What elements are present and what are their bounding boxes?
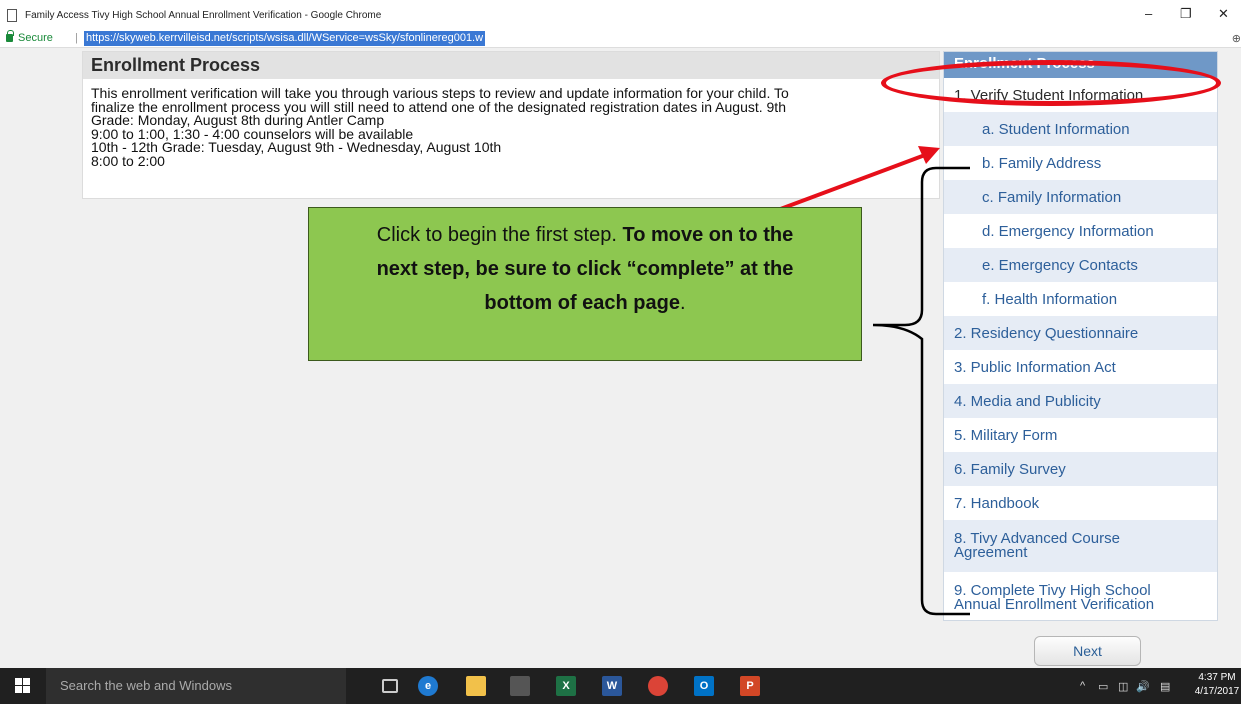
document-icon bbox=[7, 9, 17, 22]
windows-start-icon[interactable] bbox=[15, 678, 31, 694]
sidebar-item-label: 8. Tivy Advanced Course Agreement bbox=[954, 530, 1120, 561]
sidebar-item-family-survey[interactable]: 6. Family Survey bbox=[944, 452, 1217, 486]
minimize-button[interactable]: – bbox=[1145, 6, 1152, 21]
callout-period: . bbox=[680, 292, 686, 314]
sidebar-item-emergency-contacts[interactable]: e. Emergency Contacts bbox=[944, 248, 1217, 282]
address-bar[interactable]: Secure | https://skyweb.kerrvilleisd.net… bbox=[0, 30, 1241, 48]
sidebar-item-media-and-publicity[interactable]: 4. Media and Publicity bbox=[944, 384, 1217, 418]
callout-bold-text: next step, be sure to click “complete” a… bbox=[376, 258, 794, 280]
sidebar-item-family-information[interactable]: c. Family Information bbox=[944, 180, 1217, 214]
enrollment-line: 8:00 to 2:00 bbox=[91, 152, 165, 169]
powerpoint-icon[interactable]: P bbox=[740, 676, 760, 696]
clock-date: 4/17/2017 bbox=[1194, 686, 1240, 697]
excel-icon[interactable]: X bbox=[556, 676, 576, 696]
sidebar-item-residency-questionnaire[interactable]: 2. Residency Questionnaire bbox=[944, 316, 1217, 350]
task-view-icon[interactable] bbox=[382, 679, 398, 693]
tray-chevron-icon[interactable]: ^ bbox=[1080, 680, 1085, 692]
tray-battery-icon[interactable]: ◫ bbox=[1118, 680, 1128, 693]
address-bar-action-icon[interactable]: ⊕ bbox=[1232, 32, 1241, 45]
enrollment-line: 10th - 12th Grade: Tuesday, August 9th -… bbox=[91, 139, 502, 155]
restore-button[interactable]: ❐ bbox=[1180, 6, 1192, 22]
enrollment-panel: Enrollment Process This enrollment verif… bbox=[82, 51, 940, 199]
window-title: Family Access Tivy High School Annual En… bbox=[25, 10, 382, 21]
tray-notification-icon[interactable]: ▤ bbox=[1160, 680, 1170, 693]
sidebar-item-handbook[interactable]: 7. Handbook bbox=[944, 486, 1217, 520]
sidebar-item-public-information-act[interactable]: 3. Public Information Act bbox=[944, 350, 1217, 384]
next-button[interactable]: Next bbox=[1034, 636, 1141, 666]
callout-bold-text: bottom of each page bbox=[484, 292, 680, 314]
word-icon[interactable]: W bbox=[602, 676, 622, 696]
window-titlebar: Family Access Tivy High School Annual En… bbox=[0, 0, 1241, 30]
sidebar-item-military-form[interactable]: 5. Military Form bbox=[944, 418, 1217, 452]
secure-label: Secure bbox=[18, 32, 53, 44]
sidebar-item-student-information[interactable]: a. Student Information bbox=[944, 112, 1217, 146]
sidebar-item-emergency-information[interactable]: d. Emergency Information bbox=[944, 214, 1217, 248]
taskbar-clock[interactable]: 4:37 PM 4/17/2017 bbox=[1193, 671, 1241, 699]
sidebar-item-complete-verification[interactable]: 9. Complete Tivy High School Annual Enro… bbox=[944, 572, 1217, 624]
callout-text: Click to begin the first step. bbox=[376, 224, 617, 246]
address-separator: | bbox=[75, 32, 78, 44]
callout-bold-text: To move on to the bbox=[622, 224, 794, 246]
annotation-highlight-oval bbox=[881, 60, 1221, 106]
close-button[interactable]: ✕ bbox=[1218, 6, 1229, 22]
enrollment-description: This enrollment verification will take y… bbox=[83, 79, 939, 176]
clock-time: 4:37 PM bbox=[1198, 672, 1236, 683]
enrollment-steps-sidebar: Enrollment Process 1. Verify Student Inf… bbox=[943, 51, 1218, 621]
url-text[interactable]: https://skyweb.kerrvilleisd.net/scripts/… bbox=[84, 31, 486, 46]
lock-icon bbox=[6, 30, 14, 42]
instruction-callout: Click to begin the first step. To move o… bbox=[308, 207, 862, 361]
taskbar-search-input[interactable]: Search the web and Windows bbox=[46, 668, 346, 704]
file-explorer-icon[interactable] bbox=[466, 676, 486, 696]
outlook-icon[interactable]: O bbox=[694, 676, 714, 696]
sidebar-item-advanced-course-agreement[interactable]: 8. Tivy Advanced Course Agreement bbox=[944, 520, 1217, 572]
edge-browser-icon[interactable]: e bbox=[418, 676, 438, 696]
enrollment-title: Enrollment Process bbox=[83, 52, 939, 79]
taskbar: Search the web and Windows e X W O P ^ ▭… bbox=[0, 668, 1241, 704]
sidebar-item-health-information[interactable]: f. Health Information bbox=[944, 282, 1217, 316]
tray-network-icon[interactable]: ▭ bbox=[1098, 680, 1108, 693]
tray-volume-icon[interactable]: 🔊 bbox=[1136, 680, 1150, 693]
sidebar-item-label: 9. Complete Tivy High School Annual Enro… bbox=[954, 582, 1155, 613]
chrome-icon[interactable] bbox=[648, 676, 668, 696]
sidebar-item-family-address[interactable]: b. Family Address bbox=[944, 146, 1217, 180]
store-icon[interactable] bbox=[510, 676, 530, 696]
